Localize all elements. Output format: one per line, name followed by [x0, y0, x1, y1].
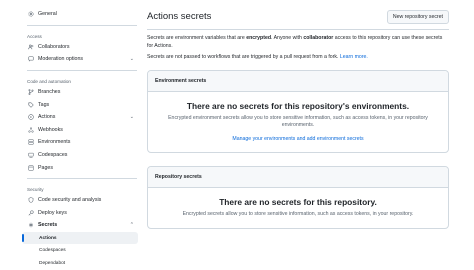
secrets-description: Secrets are environment variables that a… — [147, 34, 449, 50]
sidebar-subitem-dependabot[interactable]: Dependabot — [22, 257, 138, 270]
play-icon — [27, 114, 34, 121]
blankslate-description: Encrypted secrets allow you to store sen… — [182, 210, 414, 217]
sidebar-item-actions[interactable]: Actions ⌄ — [22, 111, 138, 124]
sidebar-item-label: Deploy keys — [38, 209, 67, 216]
codespaces-icon — [27, 152, 34, 159]
sidebar-divider — [27, 69, 137, 71]
sidebar-item-pages[interactable]: Pages — [22, 161, 138, 174]
tag-icon — [27, 101, 34, 108]
sidebar-item-label: Codespaces — [38, 152, 68, 159]
sidebar-item-moderation[interactable]: Moderation options ⌄ — [22, 53, 138, 66]
box-header: Environment secrets — [148, 71, 448, 92]
new-repository-secret-button[interactable]: New repository secret — [386, 9, 449, 24]
sidebar-item-general[interactable]: General — [22, 8, 138, 21]
sidebar-item-label: Tags — [38, 101, 50, 108]
sidebar-divider — [27, 24, 137, 26]
blankslate: There are no secrets for this repository… — [148, 92, 448, 152]
key-icon — [27, 209, 34, 216]
server-icon — [27, 139, 34, 146]
sidebar-item-label: Collaborators — [38, 43, 70, 50]
sidebar-section-code: Code and automation — [27, 78, 71, 84]
sidebar-section-security: Security — [27, 186, 44, 192]
sidebar-item-webhooks[interactable]: Webhooks — [22, 124, 138, 137]
sidebar-item-code-security[interactable]: Code security and analysis — [22, 194, 138, 207]
repository-secrets-box: Repository secrets There are no secrets … — [147, 165, 449, 230]
description-bold: encrypted — [246, 35, 271, 41]
learn-more-link[interactable]: Learn more. — [340, 54, 368, 60]
sidebar-item-label: Branches — [38, 89, 61, 96]
sidebar-item-environments[interactable]: Environments — [22, 136, 138, 149]
sidebar-item-label: Webhooks — [38, 126, 63, 133]
webhook-icon — [27, 126, 34, 133]
sidebar-item-codespaces[interactable]: Codespaces — [22, 149, 138, 162]
blankslate: There are no secrets for this repository… — [148, 188, 448, 228]
sidebar-item-deploy-keys[interactable]: Deploy keys — [22, 207, 138, 220]
fork-note-text: Secrets are not passed to workflows that… — [147, 54, 340, 60]
sidebar-item-collaborators[interactable]: Collaborators — [22, 41, 138, 54]
blankslate-title: There are no secrets for this repository… — [219, 196, 377, 207]
browser-icon — [27, 164, 34, 171]
sidebar-item-label: General — [38, 11, 57, 18]
description-text: Secrets are environment variables that a… — [147, 35, 247, 41]
sidebar-item-label: Actions — [38, 114, 56, 121]
chevron-down-icon: ⌄ — [129, 56, 134, 63]
box-header: Repository secrets — [148, 166, 448, 188]
report-icon — [27, 56, 34, 63]
chevron-down-icon: ⌄ — [129, 113, 134, 120]
shield-icon — [27, 197, 34, 204]
gear-icon — [27, 11, 34, 18]
sidebar-item-label: Code security and analysis — [38, 197, 102, 204]
fork-note: Secrets are not passed to workflows that… — [147, 53, 449, 61]
sidebar-item-label: Moderation options — [38, 56, 84, 63]
sidebar-item-label: Environments — [38, 139, 71, 146]
page-header: Actions secrets New repository secret — [147, 8, 449, 30]
environment-secrets-box: Environment secrets There are no secrets… — [147, 70, 449, 153]
sidebar-item-secrets[interactable]: Secrets ⌃ — [22, 219, 138, 232]
blankslate-title: There are no secrets for this repository… — [186, 101, 410, 111]
sidebar-subitem-codespaces[interactable]: Codespaces — [22, 244, 138, 257]
sidebar-item-tags[interactable]: Tags — [22, 98, 138, 111]
sidebar-section-access: Access — [27, 33, 42, 39]
sidebar-item-branches[interactable]: Branches — [22, 86, 138, 99]
description-bold: collaborator — [303, 35, 334, 41]
chevron-up-icon: ⌃ — [129, 222, 134, 229]
asterisk-icon — [27, 222, 34, 229]
sidebar-item-label: Pages — [38, 164, 54, 171]
people-icon — [27, 43, 34, 50]
settings-sidebar: General Access Collaborators Moderation … — [22, 8, 138, 270]
branch-icon — [27, 89, 34, 96]
sidebar-item-label: Secrets — [38, 222, 58, 229]
sidebar-divider — [27, 177, 137, 179]
blankslate-description: Encrypted environment secrets allow you … — [168, 115, 428, 129]
sidebar-subitem-actions[interactable]: Actions — [22, 231, 138, 245]
main-content: Actions secrets New repository secret Se… — [147, 8, 449, 230]
manage-environments-link[interactable]: Manage your environments and add environ… — [168, 136, 428, 142]
description-text: . Anyone with — [271, 35, 304, 41]
page-title: Actions secrets — [147, 11, 212, 22]
